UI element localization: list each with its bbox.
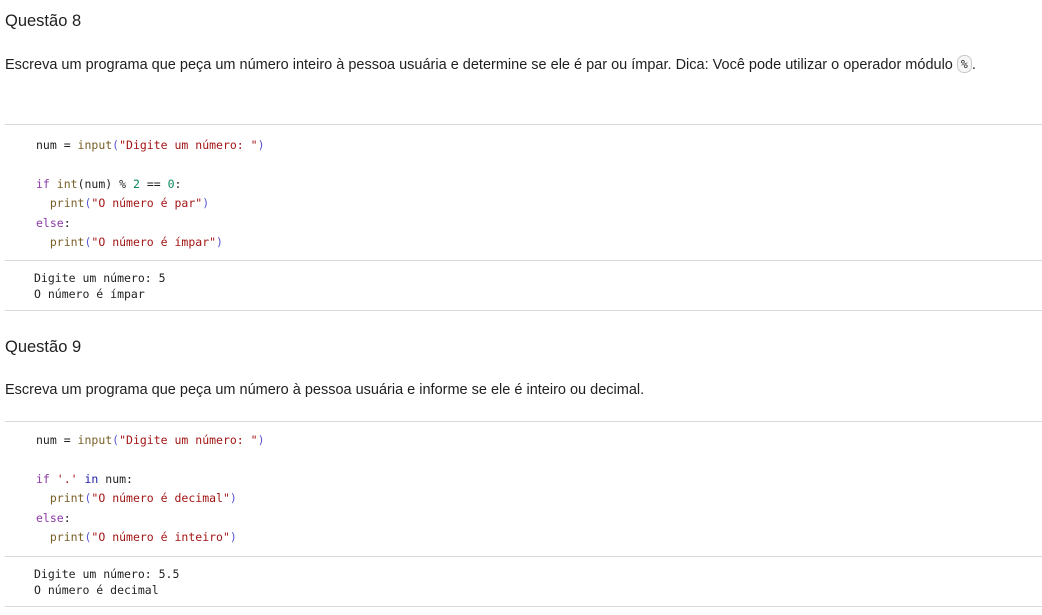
inline-code-modulo: %: [956, 55, 972, 73]
divider: [5, 260, 1042, 261]
code-block-q8[interactable]: num = input("Digite um número: ") if int(…: [36, 136, 265, 252]
code-line: num = input("Digite um número: "): [36, 433, 265, 447]
divider: [5, 606, 1042, 607]
question-8-text-end: .: [971, 57, 976, 73]
output-line: O número é ímpar: [34, 287, 145, 301]
divider: [5, 124, 1042, 125]
output-line: O número é decimal: [34, 583, 159, 597]
output-block-q8: Digite um número: 5 O número é ímpar: [34, 270, 166, 302]
code-line: else:: [36, 215, 71, 230]
question-8-title: Questão 8: [5, 12, 82, 30]
question-8-description: Escreva um programa que peça um número i…: [5, 54, 1025, 77]
code-line: print("O número é ímpar"): [49, 234, 223, 249]
question-8-text: Escreva um programa que peça um número i…: [5, 57, 957, 73]
code-line: if '.' in num:: [36, 471, 133, 486]
question-9-text: Escreva um programa que peça um número à…: [5, 382, 645, 398]
divider: [5, 310, 1042, 311]
code-line: print("O número é inteiro"): [49, 529, 237, 544]
code-line: num = input("Digite um número: "): [36, 138, 265, 152]
output-line: Digite um número: 5.5: [34, 567, 180, 581]
question-9-title: Questão 9: [5, 338, 82, 356]
output-block-q9: Digite um número: 5.5 O número é decimal: [34, 566, 179, 598]
code-line: print("O número é par"): [49, 196, 210, 211]
code-line: if int(num) % 2 == 0:: [36, 176, 182, 191]
question-9-description: Escreva um programa que peça um número à…: [5, 379, 1025, 402]
code-line: print("O número é decimal"): [49, 491, 237, 506]
divider: [5, 556, 1042, 557]
divider: [5, 421, 1042, 422]
code-block-q9[interactable]: num = input("Digite um número: ") if '.' …: [36, 431, 265, 547]
code-line: else:: [36, 510, 71, 525]
output-line: Digite um número: 5: [34, 271, 166, 285]
